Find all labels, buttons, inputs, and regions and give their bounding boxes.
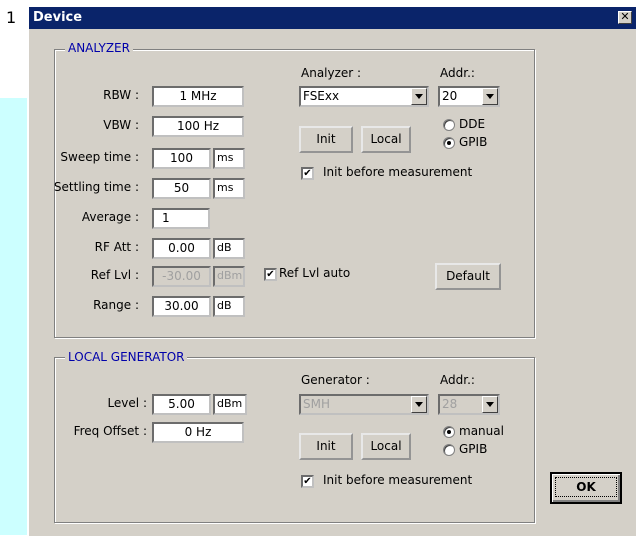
vbw-field[interactable]: 100 Hz <box>152 116 244 137</box>
analyzer-init-button[interactable]: Init <box>299 126 353 153</box>
local-generator-group-title: LOCAL GENERATOR <box>65 350 188 364</box>
chevron-down-icon[interactable] <box>411 88 427 105</box>
manual-radio-label[interactable]: manual <box>459 424 504 438</box>
ref-lvl-field: -30.00 <box>152 266 211 287</box>
sweep-time-label: Sweep time : <box>60 150 139 164</box>
range-label: Range : <box>93 298 139 312</box>
average-field[interactable]: 1 <box>152 208 210 229</box>
analyzer-select-label: Analyzer : <box>301 66 362 80</box>
rbw-label: RBW : <box>103 88 139 102</box>
page-number: 1 <box>6 8 17 27</box>
sweep-time-field[interactable]: 100 <box>152 148 211 169</box>
rf-att-label: RF Att : <box>94 240 139 254</box>
freq-offset-label: Freq Offset : <box>73 424 147 438</box>
rbw-field[interactable]: 1 MHz <box>152 86 244 107</box>
generator-addr-label: Addr.: <box>440 373 475 387</box>
analyzer-addr-value: 20 <box>442 89 458 103</box>
average-label: Average : <box>81 210 139 224</box>
level-field[interactable]: 5.00 <box>152 394 211 415</box>
analyzer-select[interactable]: FSExx <box>299 86 429 107</box>
title-bar[interactable]: Device ✕ <box>29 7 636 29</box>
ok-button[interactable]: OK <box>550 472 622 504</box>
vbw-label: VBW : <box>103 118 139 132</box>
generator-gpib-radio[interactable] <box>443 444 455 456</box>
analyzer-init-before-checkbox[interactable]: ✔ <box>301 167 314 180</box>
window-title: Device <box>33 10 83 25</box>
ref-lvl-auto-label[interactable]: Ref Lvl auto <box>279 266 350 280</box>
range-field[interactable]: 30.00 <box>152 296 211 317</box>
ok-button-label: OK <box>555 477 617 497</box>
rf-att-unit[interactable]: dB <box>213 238 245 259</box>
rf-att-field[interactable]: 0.00 <box>152 238 211 259</box>
generator-init-button[interactable]: Init <box>299 433 353 460</box>
generator-select-label: Generator : <box>301 373 370 387</box>
generator-select-value: SMH <box>303 397 330 411</box>
ref-lvl-unit: dBm <box>213 266 245 287</box>
generator-init-before-checkbox[interactable]: ✔ <box>301 475 314 488</box>
generator-gpib-radio-label[interactable]: GPIB <box>459 442 487 456</box>
settling-time-unit[interactable]: ms <box>213 178 245 199</box>
dde-radio-label[interactable]: DDE <box>459 117 485 131</box>
generator-select: SMH <box>299 394 429 415</box>
chevron-down-icon <box>482 396 498 413</box>
analyzer-select-value: FSExx <box>303 89 340 103</box>
analyzer-init-before-label[interactable]: Init before measurement <box>323 165 472 179</box>
settling-time-label: Settling time : <box>53 180 139 194</box>
sweep-time-unit[interactable]: ms <box>213 148 245 169</box>
manual-radio[interactable] <box>443 426 455 438</box>
ref-lvl-label: Ref Lvl : <box>90 268 139 282</box>
level-unit[interactable]: dBm <box>213 394 247 415</box>
analyzer-addr-select[interactable]: 20 <box>438 86 500 107</box>
range-unit[interactable]: dB <box>213 296 245 317</box>
ref-lvl-auto-checkbox[interactable]: ✔ <box>264 268 277 281</box>
default-button[interactable]: Default <box>435 263 501 290</box>
chevron-down-icon <box>411 396 427 413</box>
analyzer-group-title: ANALYZER <box>65 41 133 55</box>
device-dialog: Device ✕ ANALYZER RBW : 1 MHz VBW : 100 … <box>28 6 636 536</box>
analyzer-gpib-radio[interactable] <box>443 137 455 149</box>
settling-time-field[interactable]: 50 <box>152 178 211 199</box>
dde-radio[interactable] <box>443 119 455 131</box>
close-icon[interactable]: ✕ <box>618 11 632 24</box>
side-strip <box>0 98 27 535</box>
analyzer-local-button[interactable]: Local <box>361 126 411 153</box>
generator-addr-value: 28 <box>442 397 458 411</box>
generator-addr-select: 28 <box>438 394 500 415</box>
analyzer-addr-label: Addr.: <box>440 66 475 80</box>
freq-offset-field[interactable]: 0 Hz <box>152 422 244 443</box>
generator-init-before-label[interactable]: Init before measurement <box>323 473 472 487</box>
generator-local-button[interactable]: Local <box>361 433 411 460</box>
level-label: Level : <box>107 396 147 410</box>
analyzer-gpib-radio-label[interactable]: GPIB <box>459 135 487 149</box>
chevron-down-icon[interactable] <box>482 88 498 105</box>
